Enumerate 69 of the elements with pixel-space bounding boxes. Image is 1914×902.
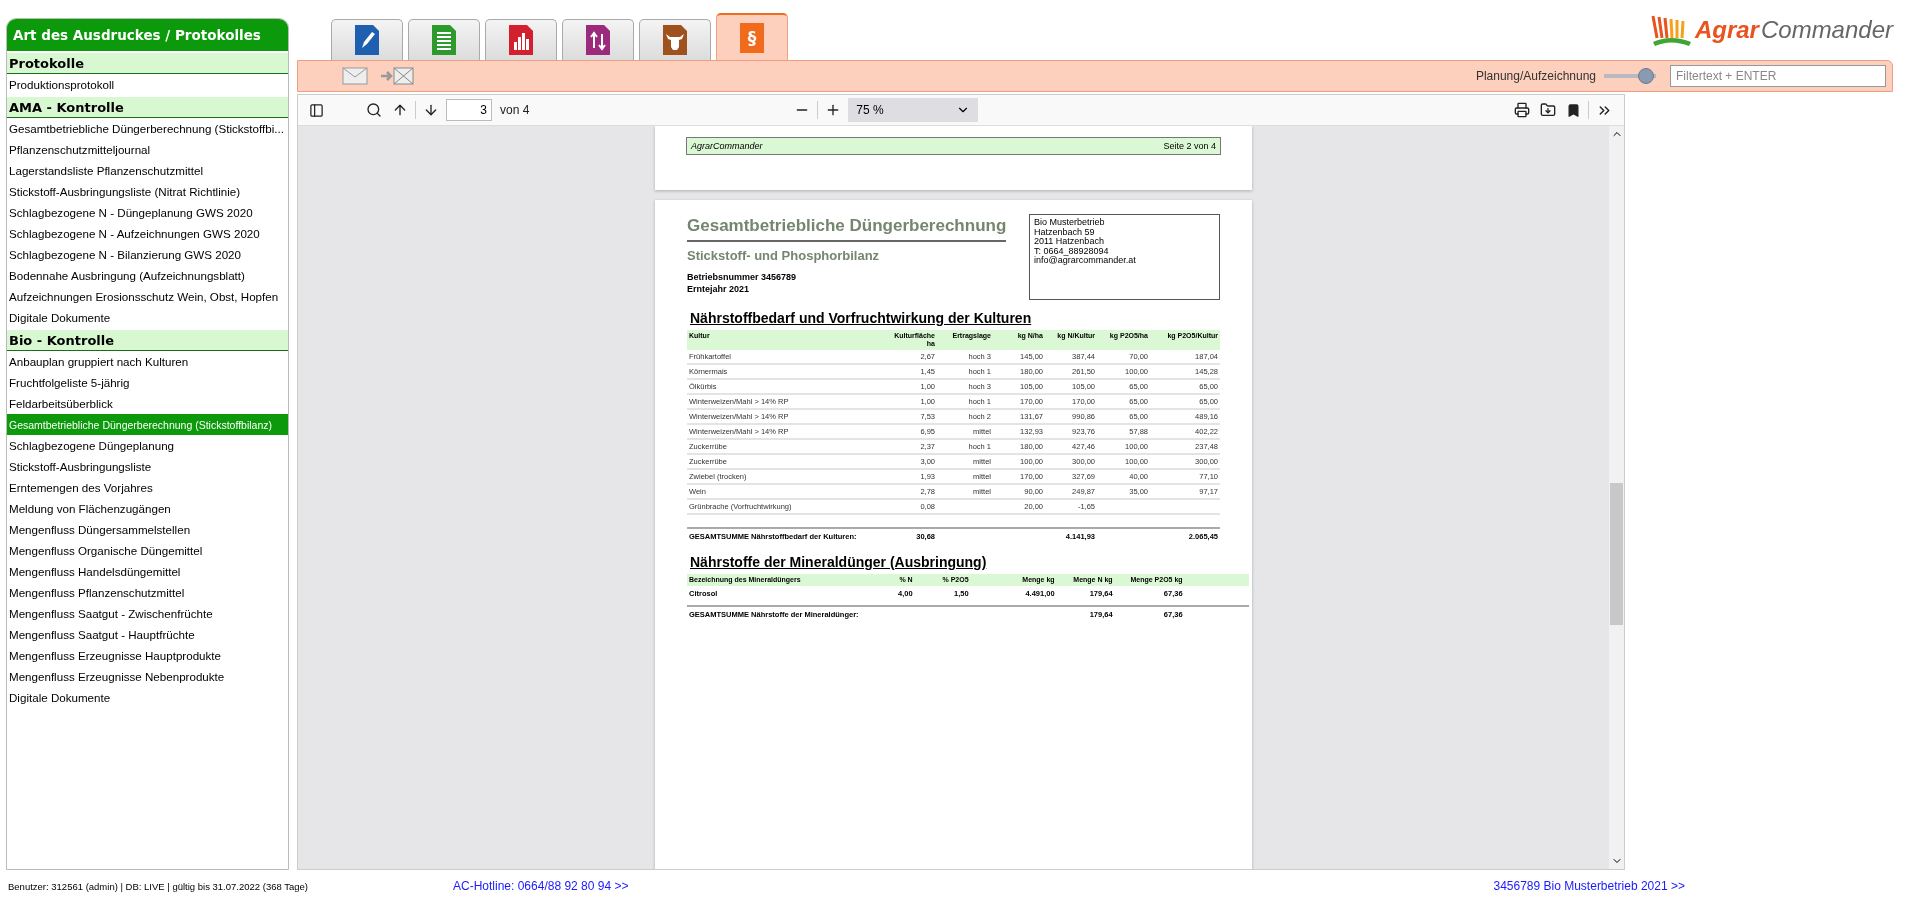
arrows-document-icon — [586, 25, 610, 55]
filter-field[interactable]: Filtertext + ENTER — [1670, 65, 1886, 87]
sidebar-item[interactable]: Feldarbeitsüberblick — [7, 393, 288, 414]
sidebar-item[interactable]: Stickstoff-Ausbringungsliste (Nitrat Richtlinie) — [7, 181, 288, 202]
sidebar-item[interactable]: Fruchtfolgeliste 5-jährig — [7, 372, 288, 393]
tab[interactable] — [485, 19, 557, 60]
sidebar-item[interactable]: Mengenfluss Erzeugnisse Nebenprodukte — [7, 666, 288, 687]
slider-thumb[interactable] — [1638, 68, 1654, 84]
section-header: AMA - Kontrolle — [7, 97, 288, 118]
sidebar-item[interactable]: Aufzeichnungen Erosionsschutz Wein, Obst, Hopfen — [7, 286, 288, 307]
sidebar-item[interactable]: Schlagbezogene N - Düngeplanung GWS 2020 — [7, 202, 288, 223]
sidebar-item[interactable]: Pflanzenschutzmitteljournal — [7, 139, 288, 160]
address-line: Bio Musterbetrieb — [1034, 218, 1106, 228]
company-link[interactable]: 3456789 Bio Musterbetrieb 2021 >> — [1493, 879, 1685, 893]
sidebar-item[interactable]: Digitale Dokumente — [7, 307, 288, 328]
hotline-link[interactable]: AC-Hotline: 0664/88 92 80 94 >> — [453, 879, 629, 893]
tab[interactable] — [562, 19, 634, 60]
sidebar-item[interactable]: Mengenfluss Düngersammelstellen — [7, 519, 288, 540]
sidebar-item[interactable]: Produktionsprotokoll — [7, 74, 288, 95]
sidebar-item[interactable]: Mengenfluss Organische Düngemittel — [7, 540, 288, 561]
sidebar-item[interactable]: Bodennahe Ausbringung (Aufzeichnungsblatt) — [7, 265, 288, 286]
tab[interactable] — [639, 19, 711, 60]
sidebar-item[interactable]: Mengenfluss Saatgut - Hauptfrüchte — [7, 624, 288, 645]
section-header: Bio - Kontrolle — [7, 330, 288, 351]
document-title: Gesamtbetriebliche Düngerberechnung — [687, 216, 1007, 242]
footer-brand: AgrarCommander — [691, 141, 763, 151]
logo-text: Commander — [1760, 16, 1893, 44]
scrollbar-thumb[interactable] — [1610, 483, 1623, 625]
sidebar-item[interactable]: Anbauplan gruppiert nach Kulturen — [7, 351, 288, 372]
page-indicator: Seite 2 von 4 — [1163, 141, 1216, 151]
sidebar-item[interactable]: Stickstoff-Ausbringungsliste — [7, 456, 288, 477]
address-line: T: 0664_88928094 — [1034, 246, 1109, 256]
sidebar-item[interactable]: Mengenfluss Handelsdüngemittel — [7, 561, 288, 582]
sidebar-item[interactable]: Gesamtbetriebliche Düngerberechnung (Stickstoffbilanz) — [7, 414, 288, 435]
address-line: 2011 Hatzenbach — [1034, 237, 1105, 247]
document-info: Erntejahr 2021 — [687, 283, 751, 295]
logo-text: Agrar — [1694, 16, 1759, 44]
sidebar-item[interactable]: Schlagbezogene N - Aufzeichnungen GWS 2020 — [7, 223, 288, 244]
sidebar-item[interactable]: Schlagbezogene N - Bilanzierung GWS 2020 — [7, 244, 288, 265]
status-text: Benutzer: 312561 (admin) | DB: LIVE | gültig bis 31.07.2022 (368 Tage) — [8, 880, 309, 892]
scrollbar[interactable] — [1609, 126, 1624, 869]
mode-label: Planung/Aufzeichnung — [1475, 69, 1596, 83]
pen-document-icon — [355, 25, 379, 55]
sidebar-item[interactable]: Digitale Dokumente — [7, 687, 288, 708]
sidebar-item[interactable]: Mengenfluss Erzeugnisse Hauptprodukte — [7, 645, 288, 666]
table-heading: Nährstoffbedarf und Vorfruchtwirkung der Kulturen — [690, 310, 1033, 326]
page-number-field[interactable]: 3 — [446, 99, 492, 121]
sidebar-item[interactable]: Mengenfluss Pflanzenschutzmittel — [7, 582, 288, 603]
chart-document-icon — [509, 25, 533, 55]
sidebar-item[interactable]: Mengenfluss Saatgut - Zwischenfrüchte — [7, 603, 288, 624]
address-line: Hatzenbach 59 — [1034, 227, 1096, 237]
sidebar-item[interactable]: Lagerstandsliste Pflanzenschutzmittel — [7, 160, 288, 181]
sidebar-title: Art des Ausdruckes / Protokolles — [7, 19, 288, 51]
section-sign-icon: § — [740, 22, 764, 53]
sidebar-item[interactable]: Gesamtbetriebliche Düngerberechnung (Stickstoffbi... — [7, 118, 288, 139]
sidebar-item[interactable]: Schlagbezogene Düngeplanung — [7, 435, 288, 456]
sidebar-item[interactable]: Meldung von Flächenzugängen — [7, 498, 288, 519]
tab[interactable] — [408, 19, 480, 60]
section-header: Protokolle — [7, 53, 288, 74]
cow-document-icon — [663, 25, 687, 55]
list-document-icon — [432, 25, 456, 55]
page-count: von 4 — [500, 103, 530, 117]
document-info: Betriebsnummer 3456789 — [687, 271, 798, 283]
sidebar-item[interactable]: Erntemengen des Vorjahres — [7, 477, 288, 498]
tab[interactable] — [331, 19, 403, 60]
address-line: info@agrarcommander.at — [1034, 256, 1137, 266]
table-heading: Nährstoffe der Mineraldünger (Ausbringung) — [690, 554, 988, 570]
zoom-select[interactable]: 75 % — [848, 98, 979, 122]
document-subtitle: Stickstoff- und Phosphorbilanz — [687, 248, 881, 263]
